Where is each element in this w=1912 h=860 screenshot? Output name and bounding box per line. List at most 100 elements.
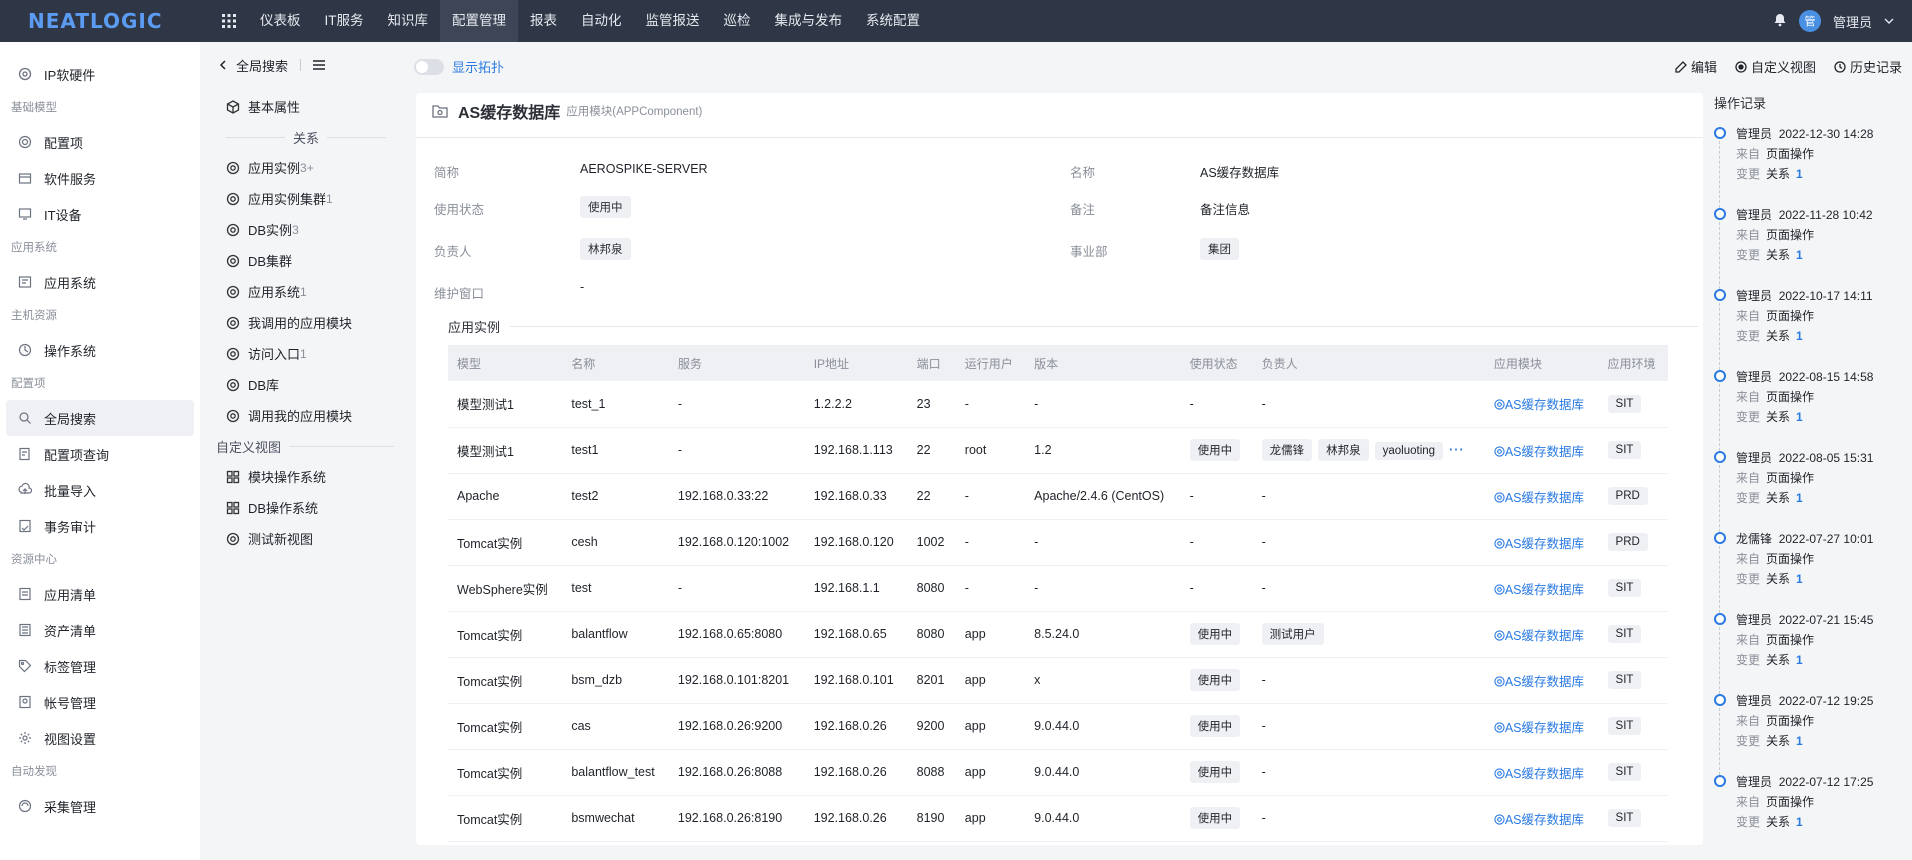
relation-item[interactable]: 我调用的应用模块 bbox=[200, 307, 412, 338]
relation-item[interactable]: 调用我的应用模块 bbox=[200, 400, 412, 431]
apps-grid-icon[interactable] bbox=[210, 14, 248, 28]
sidebar-item[interactable]: 全局搜索 bbox=[6, 400, 194, 436]
log-count[interactable]: 1 bbox=[1796, 815, 1803, 829]
sidebar-item[interactable]: 配置项 bbox=[6, 124, 194, 160]
table-row[interactable]: Tomcat实例 bsmwechat 192.168.0.26:8190 192.16… bbox=[448, 795, 1668, 842]
module-link[interactable]: AS缓存数据库 bbox=[1494, 675, 1584, 689]
sidebar-item[interactable]: 标签管理 bbox=[6, 648, 194, 684]
log-change-label: 变更 bbox=[1736, 815, 1761, 829]
topnav-item[interactable]: 知识库 bbox=[376, 0, 441, 42]
module-link[interactable]: AS缓存数据库 bbox=[1494, 491, 1584, 505]
table-row[interactable]: 模型测试1 test_1-1.2.2.2 23- - - - AS缓存数据库 SIT bbox=[448, 381, 1668, 428]
sidebar-group-title: 主机资源 bbox=[11, 310, 57, 322]
sidebar-item[interactable]: 应用系统 bbox=[6, 264, 194, 300]
sidebar-item[interactable]: 批量导入 bbox=[6, 472, 194, 508]
sidebar-item[interactable]: 操作系统 bbox=[6, 332, 194, 368]
cell-owner: - bbox=[1252, 519, 1485, 566]
log-count[interactable]: 1 bbox=[1796, 491, 1803, 505]
relation-item[interactable]: DB库 bbox=[200, 369, 412, 400]
module-link[interactable]: AS缓存数据库 bbox=[1494, 445, 1584, 459]
custom-view-item[interactable]: 测试新视图 bbox=[200, 523, 412, 554]
table-row[interactable]: Tomcat实例 balantflow_test 192.168.0.26:8088… bbox=[448, 749, 1668, 796]
chevron-down-icon[interactable] bbox=[1884, 14, 1894, 29]
user-name[interactable]: 管理员 bbox=[1833, 12, 1872, 31]
cell-module: AS缓存数据库 bbox=[1484, 427, 1599, 474]
menu-icon[interactable] bbox=[313, 58, 326, 73]
avatar[interactable]: 管 bbox=[1798, 10, 1821, 32]
relation-item[interactable]: 应用实例集群 1 bbox=[200, 183, 412, 214]
topology-label[interactable]: 显示拓扑 bbox=[452, 57, 504, 76]
relation-item[interactable]: 访问入口 1 bbox=[200, 338, 412, 369]
log-count[interactable]: 1 bbox=[1796, 248, 1803, 262]
sidebar-item[interactable]: 采集管理 bbox=[6, 788, 194, 824]
relation-item[interactable]: 应用系统 1 bbox=[200, 276, 412, 307]
topnav-item[interactable]: 监管报送 bbox=[634, 0, 712, 42]
history-button[interactable]: 历史记录 bbox=[1834, 57, 1902, 76]
sidebar-item[interactable]: 视图设置 bbox=[6, 720, 194, 756]
attr-label: 简称 bbox=[434, 166, 460, 180]
relation-item[interactable]: DB实例 3 bbox=[200, 214, 412, 245]
sidebar-item[interactable]: 应用清单 bbox=[6, 576, 194, 612]
sidebar-item[interactable]: 事务审计 bbox=[6, 508, 194, 544]
module-link[interactable]: AS缓存数据库 bbox=[1494, 767, 1584, 781]
app-icon bbox=[16, 273, 34, 291]
table-row[interactable]: 模型测试1 test1-192.168.1.113 22 root 1.2 使用中 龙儒锋林… bbox=[448, 427, 1668, 474]
log-count[interactable]: 1 bbox=[1796, 734, 1803, 748]
log-count[interactable]: 1 bbox=[1796, 329, 1803, 343]
table-row[interactable]: Apache test2 192.168.0.33:22 192.168.0.33 22… bbox=[448, 473, 1668, 520]
custom-view-button[interactable]: 自定义视图 bbox=[1735, 57, 1816, 76]
env-badge: SIT bbox=[1607, 394, 1642, 413]
edit-button[interactable]: 编辑 bbox=[1675, 57, 1717, 76]
topnav-item[interactable]: IT服务 bbox=[313, 0, 376, 42]
sidebar-item[interactable]: 帐号管理 bbox=[6, 684, 194, 720]
relation-item[interactable]: DB集群 bbox=[200, 245, 412, 276]
log-count[interactable]: 1 bbox=[1796, 410, 1803, 424]
more-icon[interactable]: ··· bbox=[1449, 443, 1465, 457]
circle-icon bbox=[16, 65, 34, 83]
link-icon bbox=[1494, 675, 1505, 689]
sidebar-item[interactable]: 软件服务 bbox=[6, 160, 194, 196]
basic-attributes-item[interactable]: 基本属性 bbox=[200, 91, 412, 122]
module-link[interactable]: AS缓存数据库 bbox=[1494, 583, 1584, 597]
status-badge: 使用中 bbox=[1189, 623, 1241, 645]
module-link[interactable]: AS缓存数据库 bbox=[1494, 813, 1584, 827]
relation-count: 1 bbox=[300, 284, 307, 299]
cell-version: Apache/2.4.6 (CentOS) bbox=[1025, 473, 1181, 520]
custom-view-item[interactable]: 模块操作系统 bbox=[200, 461, 412, 492]
module-link[interactable]: AS缓存数据库 bbox=[1494, 398, 1584, 412]
chevron-left-icon[interactable] bbox=[218, 58, 228, 73]
sidebar-item[interactable]: IT设备 bbox=[6, 196, 194, 232]
breadcrumb-back[interactable]: 全局搜索 bbox=[236, 56, 288, 75]
module-link[interactable]: AS缓存数据库 bbox=[1494, 629, 1584, 643]
topnav-item[interactable]: 配置管理 bbox=[440, 0, 518, 42]
topnav-item[interactable]: 巡检 bbox=[712, 0, 763, 42]
log-count[interactable]: 1 bbox=[1796, 572, 1803, 586]
module-link[interactable]: AS缓存数据库 bbox=[1494, 537, 1584, 551]
bell-icon[interactable] bbox=[1773, 13, 1787, 30]
topnav-item[interactable]: 报表 bbox=[518, 0, 569, 42]
relation-item[interactable]: 应用实例 3+ bbox=[200, 152, 412, 183]
log-count[interactable]: 1 bbox=[1796, 653, 1803, 667]
app-logo[interactable]: NEATLOGIC bbox=[0, 9, 210, 33]
table-row[interactable]: Tomcat实例 balantflow 192.168.0.65:8080 192.1… bbox=[448, 611, 1668, 658]
topnav-item[interactable]: 自动化 bbox=[569, 0, 634, 42]
cell-name: test bbox=[562, 565, 669, 612]
table-row[interactable]: Tomcat实例 bsm_dzb 192.168.0.101:8201 192.168… bbox=[448, 657, 1668, 704]
cell-port: 23 bbox=[907, 381, 956, 428]
topnav-item[interactable]: 系统配置 bbox=[854, 0, 932, 42]
relation-label: DB实例 bbox=[248, 223, 293, 238]
topnav-item[interactable]: 仪表板 bbox=[248, 0, 313, 42]
log-change: 关系 bbox=[1766, 491, 1791, 505]
sidebar-item[interactable]: 资产清单 bbox=[6, 612, 194, 648]
topology-toggle[interactable] bbox=[414, 58, 444, 75]
table-row[interactable]: WebSphere实例 test -192.168.1.1 8080- - - - AS缓存数… bbox=[448, 565, 1668, 612]
custom-view-item[interactable]: DB操作系统 bbox=[200, 492, 412, 523]
module-link[interactable]: AS缓存数据库 bbox=[1494, 721, 1584, 735]
table-row[interactable]: Tomcat实例 cas 192.168.0.26:9200 192.168.0.26… bbox=[448, 703, 1668, 750]
timeline-dot-icon bbox=[1714, 694, 1726, 706]
sidebar-item-ip-hardware[interactable]: IP软硬件 bbox=[6, 56, 194, 92]
topnav-item[interactable]: 集成与发布 bbox=[763, 0, 855, 42]
table-row[interactable]: Tomcat实例 cesh 192.168.0.120:1002 192.168.0.… bbox=[448, 519, 1668, 566]
log-count[interactable]: 1 bbox=[1796, 167, 1803, 181]
sidebar-item[interactable]: 配置项查询 bbox=[6, 436, 194, 472]
